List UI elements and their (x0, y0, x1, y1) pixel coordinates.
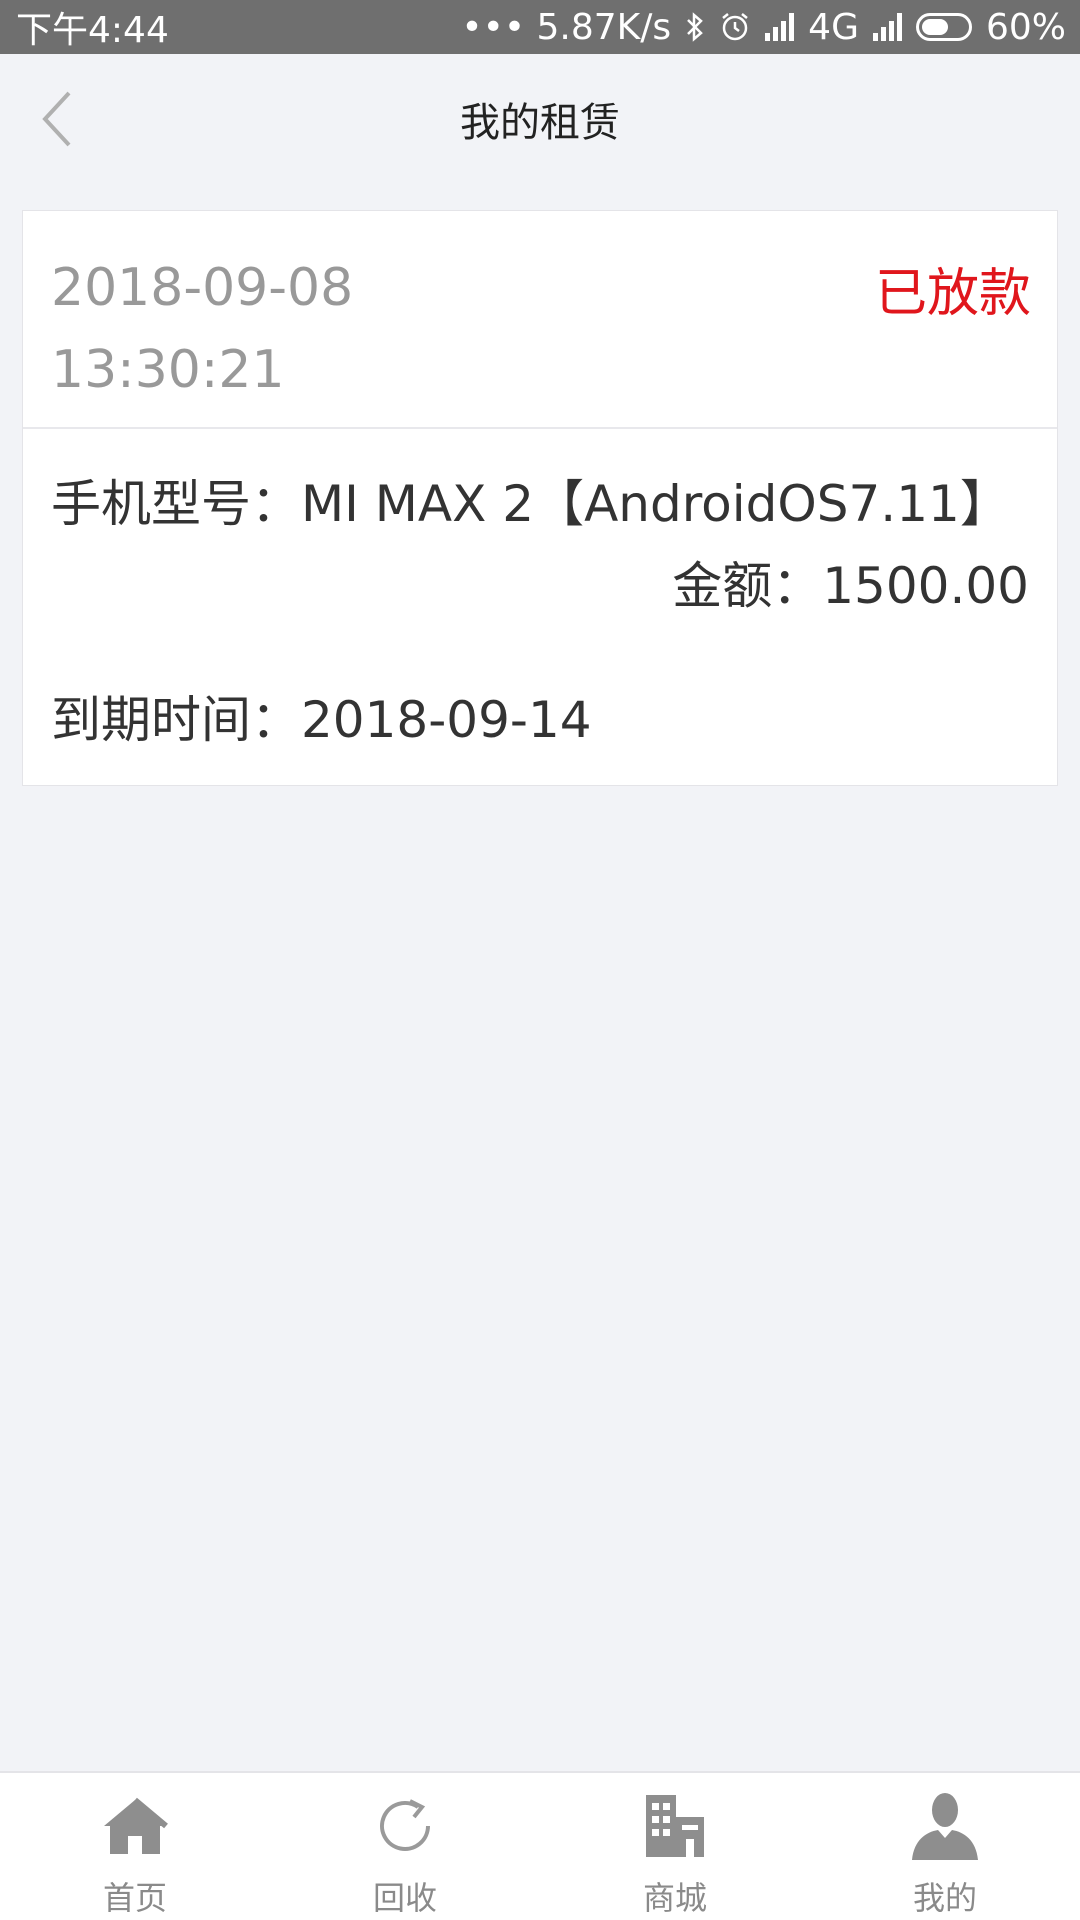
mall-icon (635, 1787, 715, 1865)
tab-recycle[interactable]: 回收 (270, 1773, 540, 1920)
expire-date: 到期时间：2018-09-14 (51, 691, 592, 749)
status-time: 下午4:44 (16, 10, 169, 51)
home-icon (95, 1787, 175, 1865)
tab-home[interactable]: 首页 (0, 1773, 270, 1920)
order-header: 2018-09-08 13:30:21 已放款 (23, 211, 1057, 429)
order-time: 13:30:21 (51, 340, 285, 400)
tab-mall[interactable]: 商城 (540, 1773, 810, 1920)
network-type: 4G (808, 6, 859, 48)
tab-mine[interactable]: 我的 (810, 1773, 1080, 1920)
back-button[interactable] (22, 84, 92, 154)
battery-fill (921, 19, 949, 35)
battery-percent: 60% (985, 6, 1066, 48)
network-speed: ••• 5.87K/s (461, 6, 672, 48)
order-amount: 金额：1500.00 (672, 557, 1029, 615)
user-icon (905, 1787, 985, 1865)
navigation-bar: 我的租赁 (0, 54, 1080, 184)
tab-label-home: 首页 (102, 1879, 167, 1917)
chevron-left-icon (42, 91, 71, 147)
page-title: 我的租赁 (460, 100, 620, 146)
order-status: 已放款 (874, 264, 1031, 324)
tab-label-mall: 商城 (642, 1879, 707, 1917)
signal-icon (765, 13, 795, 41)
alarm-icon (719, 11, 751, 43)
status-indicators: ••• 5.87K/s 4G 60% (461, 7, 1066, 48)
tab-label-mine: 我的 (912, 1879, 977, 1917)
battery-icon (915, 13, 972, 41)
bluetooth-icon (685, 12, 705, 42)
tab-label-recycle: 回收 (372, 1879, 437, 1917)
bottom-tab-bar: 首页 回收 商城 我的 (0, 1771, 1080, 1920)
order-details: 手机型号：MI MAX 2【AndroidOS7.11】 金额：1500.00 … (23, 429, 1057, 761)
status-bar: 下午4:44 ••• 5.87K/s 4G 60% (0, 0, 1080, 54)
phone-model: 手机型号：MI MAX 2【AndroidOS7.11】 (51, 475, 1010, 533)
recycle-icon (365, 1787, 445, 1865)
lease-order-card[interactable]: 2018-09-08 13:30:21 已放款 手机型号：MI MAX 2【An… (22, 210, 1058, 786)
signal-icon (872, 13, 902, 41)
